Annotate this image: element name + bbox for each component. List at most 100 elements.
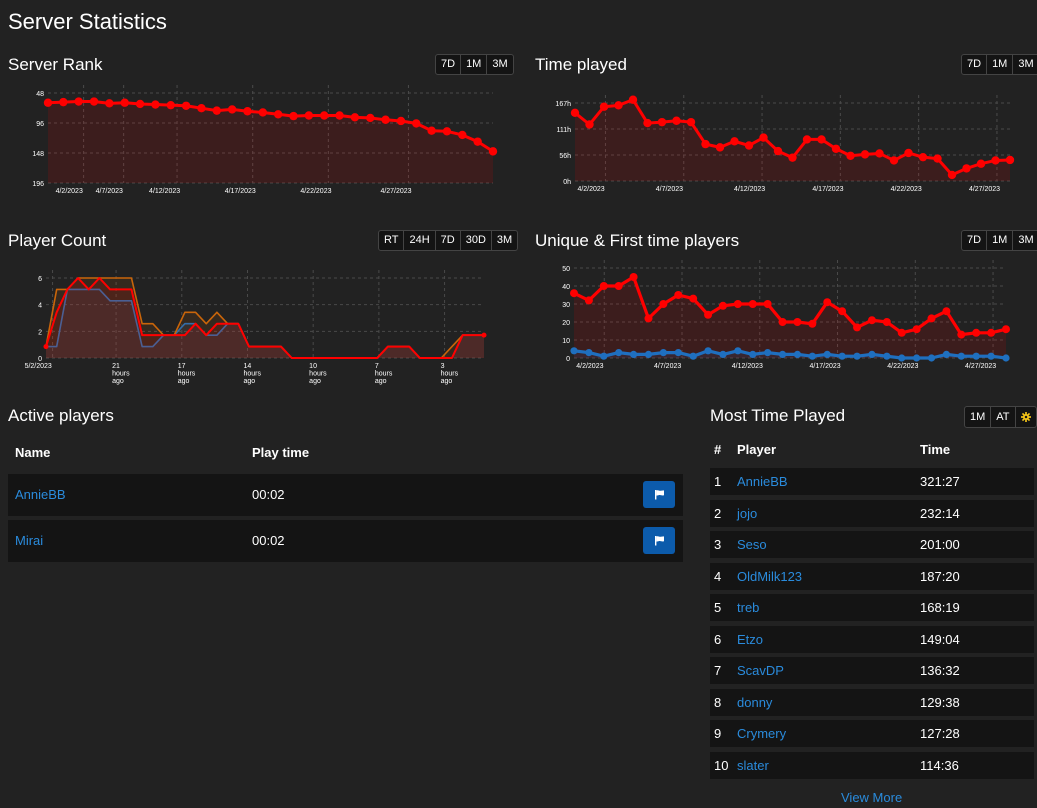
- most-time-played-at-button[interactable]: AT: [990, 406, 1016, 428]
- data-point[interactable]: [672, 116, 681, 125]
- data-point[interactable]: [704, 347, 712, 355]
- data-point[interactable]: [734, 347, 742, 355]
- data-point[interactable]: [570, 289, 578, 298]
- data-point[interactable]: [659, 300, 668, 308]
- data-point[interactable]: [823, 350, 831, 358]
- data-point[interactable]: [59, 97, 68, 107]
- data-point[interactable]: [763, 300, 772, 308]
- data-point[interactable]: [918, 152, 928, 162]
- data-point[interactable]: [773, 146, 783, 156]
- data-point[interactable]: [831, 144, 841, 153]
- data-point[interactable]: [600, 352, 608, 360]
- data-point[interactable]: [197, 104, 206, 113]
- data-point[interactable]: [778, 318, 787, 326]
- data-point[interactable]: [151, 100, 160, 109]
- data-point[interactable]: [442, 127, 452, 136]
- data-point[interactable]: [749, 350, 757, 358]
- data-point[interactable]: [897, 328, 906, 337]
- leaderboard-player-link[interactable]: AnnieBB: [737, 474, 788, 489]
- unique-players-1m-button[interactable]: 1M: [986, 230, 1014, 251]
- data-point[interactable]: [659, 349, 667, 357]
- settings-button[interactable]: [1014, 406, 1037, 428]
- data-point[interactable]: [793, 350, 802, 358]
- data-point[interactable]: [427, 126, 436, 135]
- data-point[interactable]: [933, 154, 942, 163]
- data-point[interactable]: [764, 349, 772, 357]
- data-point[interactable]: [957, 352, 965, 360]
- leaderboard-player-link[interactable]: Etzo: [737, 632, 763, 647]
- time-played-3m-button[interactable]: 3M: [1012, 54, 1037, 75]
- data-point[interactable]: [585, 120, 594, 129]
- leaderboard-player-link[interactable]: slater: [737, 758, 769, 773]
- data-point[interactable]: [875, 149, 884, 158]
- data-point[interactable]: [942, 307, 951, 316]
- data-point[interactable]: [867, 316, 876, 325]
- data-point[interactable]: [823, 298, 832, 307]
- server-rank-1m-button[interactable]: 1M: [460, 54, 488, 75]
- flag-player-button[interactable]: [643, 481, 675, 508]
- data-point[interactable]: [458, 130, 467, 140]
- data-point[interactable]: [643, 118, 652, 128]
- data-point[interactable]: [335, 111, 344, 120]
- data-point[interactable]: [135, 99, 145, 109]
- server-rank-3m-button[interactable]: 3M: [486, 54, 514, 75]
- data-point[interactable]: [987, 352, 995, 360]
- data-point[interactable]: [718, 301, 727, 310]
- leaderboard-player-link[interactable]: OldMilk123: [737, 569, 802, 584]
- data-point[interactable]: [898, 354, 906, 362]
- data-point[interactable]: [43, 98, 53, 107]
- data-point[interactable]: [846, 151, 855, 160]
- data-point[interactable]: [704, 310, 713, 319]
- data-point[interactable]: [730, 137, 739, 146]
- data-point[interactable]: [793, 318, 802, 326]
- data-point[interactable]: [744, 141, 754, 150]
- data-point[interactable]: [788, 153, 797, 162]
- data-point[interactable]: [629, 350, 638, 358]
- player-count-24h-button[interactable]: 24H: [403, 230, 436, 251]
- data-point[interactable]: [889, 156, 899, 165]
- player-count-rt-button[interactable]: RT: [378, 230, 405, 251]
- data-point[interactable]: [957, 330, 966, 339]
- data-point[interactable]: [584, 296, 593, 305]
- data-point[interactable]: [320, 111, 329, 120]
- player-count-7d-button[interactable]: 7D: [434, 230, 461, 251]
- data-point[interactable]: [733, 300, 742, 308]
- player-count-30d-button[interactable]: 30D: [459, 230, 492, 251]
- data-point[interactable]: [674, 349, 682, 357]
- data-point[interactable]: [212, 106, 221, 115]
- data-point[interactable]: [1005, 155, 1015, 165]
- leaderboard-player-link[interactable]: jojo: [737, 506, 757, 521]
- data-point[interactable]: [585, 349, 593, 357]
- data-point[interactable]: [748, 300, 757, 308]
- data-point[interactable]: [181, 101, 191, 110]
- data-point[interactable]: [273, 110, 283, 119]
- data-point[interactable]: [570, 108, 580, 118]
- flag-player-button[interactable]: [643, 527, 675, 554]
- data-point[interactable]: [947, 170, 957, 180]
- leaderboard-player-link[interactable]: Crymery: [737, 726, 786, 741]
- data-point[interactable]: [972, 328, 981, 337]
- data-point[interactable]: [74, 97, 83, 106]
- unique-players-7d-button[interactable]: 7D: [961, 230, 988, 251]
- data-point[interactable]: [615, 349, 623, 357]
- data-point[interactable]: [629, 273, 638, 281]
- data-point[interactable]: [570, 347, 578, 355]
- data-point[interactable]: [1002, 354, 1010, 362]
- data-point[interactable]: [778, 350, 787, 358]
- data-point[interactable]: [1002, 325, 1010, 334]
- data-point[interactable]: [882, 318, 891, 326]
- data-point[interactable]: [962, 164, 971, 173]
- data-point[interactable]: [644, 350, 653, 358]
- data-point[interactable]: [701, 139, 710, 149]
- data-point[interactable]: [838, 352, 846, 360]
- data-point[interactable]: [304, 111, 314, 120]
- data-point[interactable]: [43, 344, 49, 350]
- data-point[interactable]: [614, 282, 623, 290]
- data-point[interactable]: [105, 99, 114, 108]
- data-point[interactable]: [972, 352, 980, 360]
- time-played-1m-button[interactable]: 1M: [986, 54, 1014, 75]
- data-point[interactable]: [366, 113, 375, 123]
- data-point[interactable]: [883, 352, 891, 360]
- data-point[interactable]: [599, 282, 608, 290]
- data-point[interactable]: [868, 350, 876, 358]
